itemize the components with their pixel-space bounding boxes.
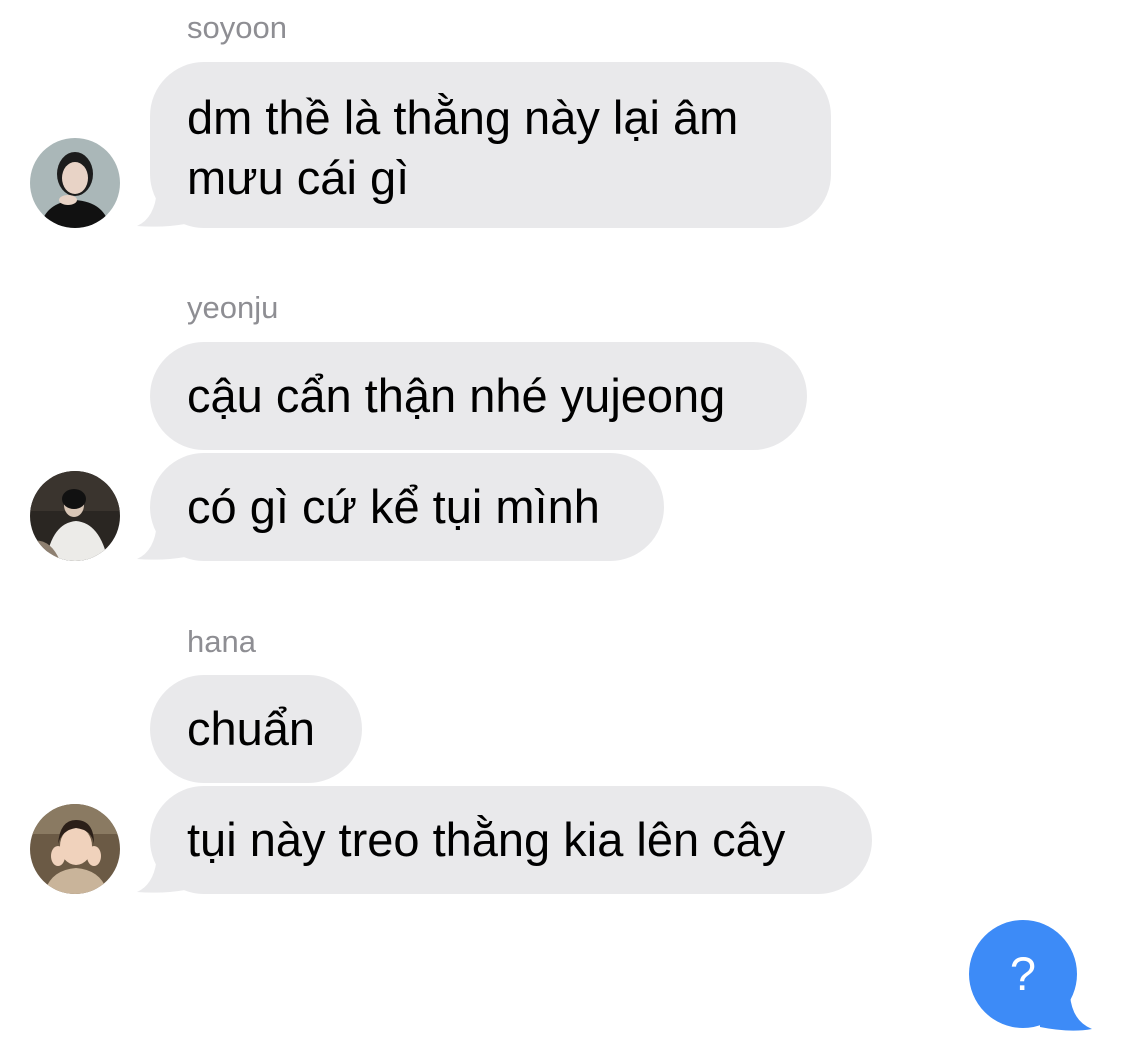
- message-text: chuẩn: [187, 702, 316, 755]
- hana-avatar-photo-icon: [30, 804, 120, 894]
- outgoing-message-text: ?: [1009, 947, 1037, 1000]
- avatar[interactable]: [30, 138, 120, 228]
- sender-name-yeonju: yeonju: [187, 290, 279, 325]
- avatar[interactable]: [30, 804, 120, 894]
- message-bubble[interactable]: tụi này treo thằng kia lên cây: [150, 786, 872, 894]
- message-text: tụi này treo thằng kia lên cây: [187, 813, 786, 866]
- bubble-tail-icon: [137, 180, 185, 227]
- yeonju-avatar-photo-icon: [30, 471, 120, 561]
- avatar[interactable]: [30, 471, 120, 561]
- soyoon-avatar-photo-icon: [30, 138, 120, 228]
- message-bubble[interactable]: chuẩn: [150, 675, 362, 783]
- bubble-tail-icon: [137, 513, 185, 560]
- message-bubble[interactable]: dm thề là thằng này lại âm mưu cái gì: [150, 62, 831, 228]
- message-bubble[interactable]: có gì cứ kể tụi mình: [150, 453, 664, 561]
- outgoing-bubble-tail-icon: [1040, 985, 1092, 1031]
- sender-name-soyoon: soyoon: [187, 10, 287, 45]
- message-bubble[interactable]: cậu cẩn thận nhé yujeong: [150, 342, 807, 450]
- message-text: cậu cẩn thận nhé yujeong: [187, 369, 726, 422]
- sender-name-hana: hana: [187, 624, 256, 659]
- message-text-line: dm thề là thằng này lại âm: [187, 91, 739, 144]
- message-text-line: mưu cái gì: [187, 151, 410, 204]
- message-text: có gì cứ kể tụi mình: [187, 480, 600, 533]
- bubble-tail-icon: [137, 846, 185, 893]
